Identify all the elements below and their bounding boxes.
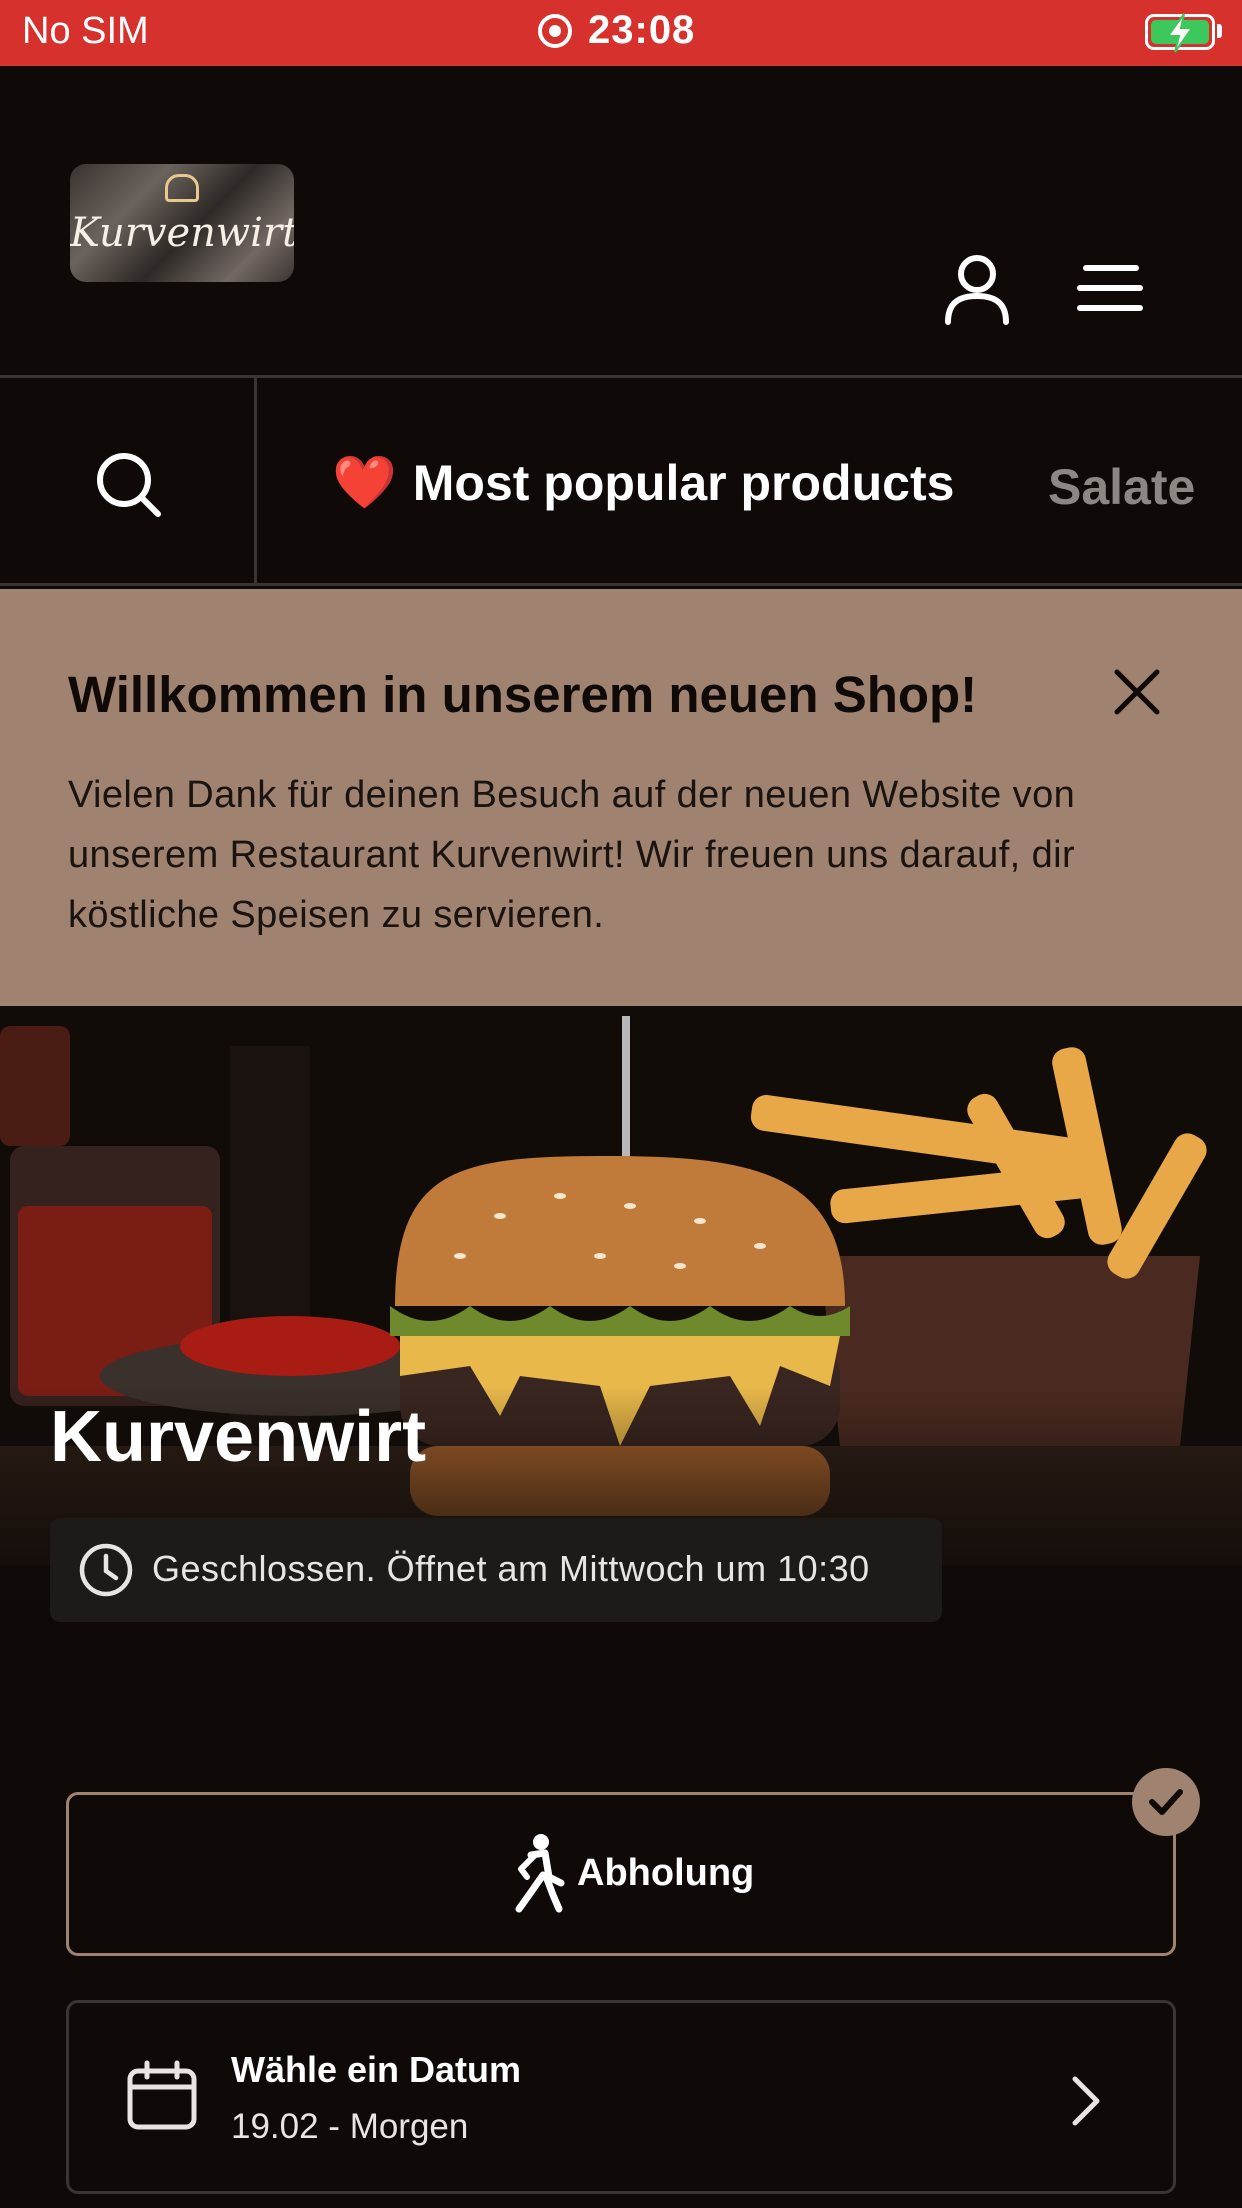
walking-person-icon: [515, 1834, 565, 1913]
heart-icon: ❤️: [332, 454, 397, 512]
battery-tip: [1217, 24, 1222, 38]
restaurant-name: Kurvenwirt: [50, 1397, 427, 1477]
site-header: Kurvenwirt: [0, 66, 1242, 378]
search-button[interactable]: [0, 378, 257, 583]
chevron-right-icon: [1072, 2076, 1100, 2126]
restaurant-logo[interactable]: Kurvenwirt: [70, 164, 294, 282]
pickup-option[interactable]: Abholung: [66, 1792, 1176, 1956]
category-tab-most-popular[interactable]: ❤️ Most popular products: [332, 454, 954, 512]
hero-section: Kurvenwirt Geschlossen. Öffnet am Mittwo…: [0, 1006, 1242, 1670]
search-icon: [97, 453, 161, 517]
opening-status: Geschlossen. Öffnet am Mittwoch um 10:30: [50, 1518, 942, 1622]
date-title: Wähle ein Datum: [231, 2049, 522, 2090]
pickup-label: Abholung: [577, 1851, 755, 1894]
category-bar: ❤️ Most popular products Salate: [0, 378, 1242, 586]
carrier-label: No SIM: [22, 10, 149, 52]
user-icon[interactable]: [940, 252, 1014, 326]
pickup-content: Abholung: [509, 1833, 754, 1913]
status-center: 23:08: [538, 8, 695, 53]
banner-text: Vielen Dank für deinen Besuch auf der ne…: [68, 774, 1076, 936]
date-selector[interactable]: Wähle ein Datum 19.02 - Morgen: [66, 2000, 1176, 2194]
chef-hat-icon: [165, 174, 199, 202]
menu-icon[interactable]: [1076, 258, 1144, 318]
checkmark-icon: [1149, 1789, 1183, 1815]
category-tab-salate[interactable]: Salate: [1048, 458, 1195, 516]
category-label: Most popular products: [412, 455, 955, 511]
opening-status-text: Geschlossen. Öffnet am Mittwoch um 10:30: [152, 1548, 870, 1589]
logo-text: Kurvenwirt: [70, 210, 294, 256]
banner-title: Willkommen in unserem neuen Shop!: [68, 666, 978, 723]
charging-bolt-icon: [1166, 13, 1194, 53]
recording-icon: [538, 13, 572, 48]
date-value: 19.02 - Morgen: [231, 2107, 469, 2146]
calendar-icon: [127, 2060, 197, 2130]
clock-icon: [79, 1543, 133, 1597]
welcome-banner: Willkommen in unserem neuen Shop! Vielen…: [0, 589, 1242, 1006]
close-icon[interactable]: [1112, 667, 1162, 717]
selected-check-badge: [1132, 1768, 1200, 1836]
status-bar: No SIM 23:08: [0, 0, 1242, 66]
status-time: 23:08: [588, 8, 696, 52]
